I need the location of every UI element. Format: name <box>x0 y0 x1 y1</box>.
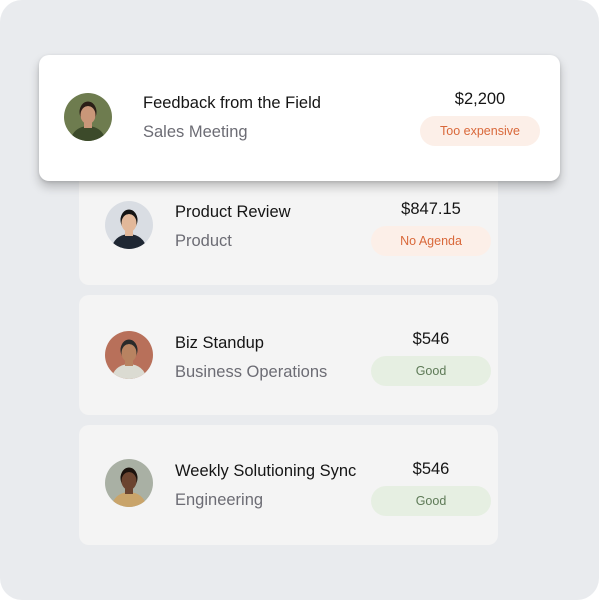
meeting-title: Product Review <box>175 203 291 221</box>
meeting-amount: $546 <box>412 460 450 478</box>
avatar <box>105 459 153 507</box>
meeting-amount: $546 <box>412 330 450 348</box>
meeting-card[interactable]: Biz Standup Business Operations $546 Goo… <box>79 295 498 415</box>
meeting-card[interactable]: Weekly Solutioning Sync Engineering $546… <box>79 425 498 545</box>
meeting-category: Business Operations <box>175 363 328 381</box>
meeting-card[interactable]: Product Review Product $847.15 No Agenda <box>79 165 498 285</box>
status-badge: Good <box>371 356 491 386</box>
meeting-title: Feedback from the Field <box>143 94 321 112</box>
canvas-background: Product Review Product $847.15 No Agenda… <box>0 0 599 600</box>
status-badge: Good <box>371 486 491 516</box>
status-badge: Too expensive <box>420 116 540 146</box>
status-badge: No Agenda <box>371 226 491 256</box>
avatar <box>105 331 153 379</box>
meeting-title: Biz Standup <box>175 334 264 352</box>
meeting-title: Weekly Solutioning Sync <box>175 462 357 480</box>
meeting-card-highlighted[interactable]: Feedback from the Field Sales Meeting $2… <box>39 55 560 181</box>
meeting-category: Product <box>175 232 232 250</box>
meeting-category: Sales Meeting <box>143 123 248 141</box>
avatar <box>64 93 112 141</box>
meeting-category: Engineering <box>175 491 264 509</box>
meeting-amount: $2,200 <box>454 90 506 108</box>
meeting-amount: $847.15 <box>401 200 461 218</box>
avatar <box>105 201 153 249</box>
